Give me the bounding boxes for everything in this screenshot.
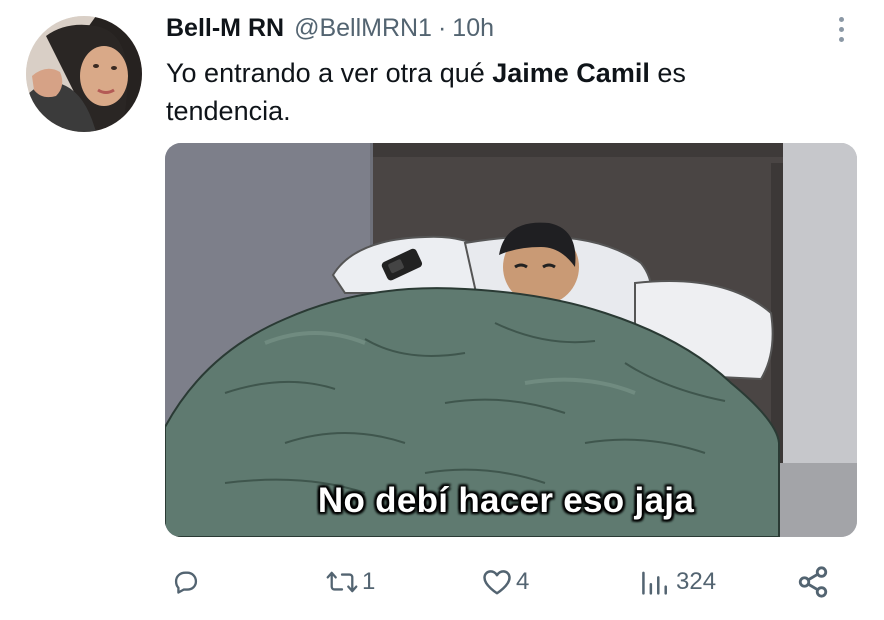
retweet-button[interactable]: 1 [326, 560, 375, 604]
share-icon [798, 566, 828, 598]
views-button[interactable]: 324 [640, 560, 716, 604]
meme-illustration [165, 143, 857, 537]
like-count: 4 [516, 568, 530, 595]
avatar-image [26, 16, 142, 132]
retweet-count: 1 [362, 568, 376, 595]
more-icon[interactable] [826, 12, 856, 46]
trending-name: Jaime Camil [492, 58, 650, 88]
display-name[interactable]: Bell-M RN [166, 14, 284, 43]
tweet-actions: 1 4 324 [166, 560, 866, 604]
tweet-header: Bell-M RN @BellMRN1 · 10h [166, 14, 494, 50]
retweet-icon [326, 571, 358, 593]
separator-dot: · [437, 14, 447, 42]
reply-icon [174, 571, 198, 594]
tweet-text-part: Yo entrando a ver otra qué [166, 58, 493, 88]
like-icon [483, 570, 511, 595]
reply-button[interactable] [172, 560, 204, 604]
views-icon [642, 571, 667, 595]
avatar[interactable] [26, 16, 142, 132]
tweet-media-image[interactable]: No debí hacer eso jaja [165, 143, 857, 537]
views-count: 324 [676, 568, 717, 595]
timestamp[interactable]: 10h [452, 14, 494, 43]
user-handle[interactable]: @BellMRN1 [294, 14, 432, 43]
like-button[interactable]: 4 [482, 560, 529, 604]
tweet-text: Yo entrando a ver otra qué Jaime Camil e… [166, 54, 806, 130]
share-button[interactable] [796, 560, 830, 604]
meme-caption: No debí hacer eso jaja [317, 481, 695, 520]
